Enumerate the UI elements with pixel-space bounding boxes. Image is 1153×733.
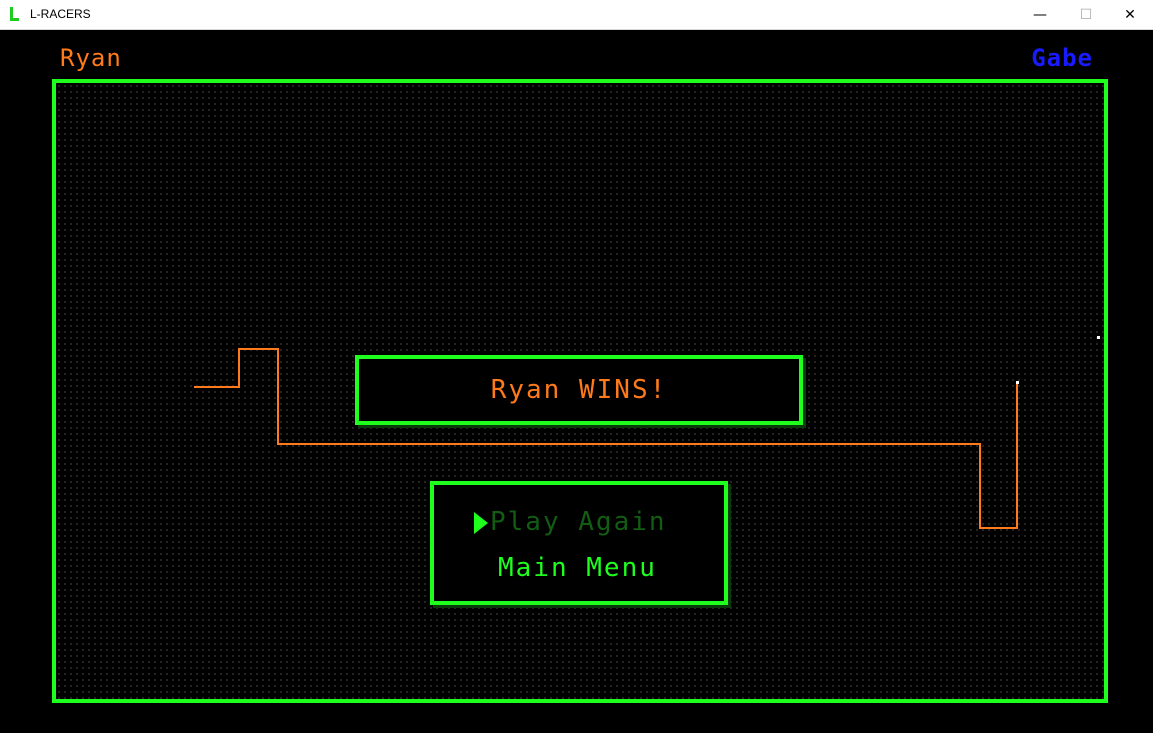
player-one-head bbox=[1016, 381, 1019, 384]
maximize-button[interactable]: ☐ bbox=[1063, 0, 1109, 30]
app-icon bbox=[10, 7, 19, 21]
selection-cursor-icon bbox=[474, 512, 488, 534]
minimize-icon: — bbox=[1033, 7, 1047, 23]
maximize-icon: ☐ bbox=[1079, 7, 1093, 23]
winner-banner: Ryan WINS! bbox=[355, 355, 803, 425]
window-titlebar: L-RACERS — ☐ ✕ bbox=[0, 0, 1153, 30]
game-canvas: Ryan Gabe Ryan WINS! Play Again Main Men… bbox=[2, 30, 1153, 733]
player-two-head bbox=[1097, 336, 1100, 339]
main-menu-option[interactable]: Main Menu bbox=[498, 553, 657, 583]
minimize-button[interactable]: — bbox=[1017, 0, 1063, 30]
play-again-option[interactable]: Play Again bbox=[490, 507, 667, 537]
window-title: L-RACERS bbox=[30, 7, 91, 21]
close-button[interactable]: ✕ bbox=[1107, 0, 1153, 30]
end-menu: Play Again Main Menu bbox=[430, 481, 728, 605]
winner-text: Ryan WINS! bbox=[490, 375, 668, 405]
close-icon: ✕ bbox=[1124, 7, 1136, 23]
